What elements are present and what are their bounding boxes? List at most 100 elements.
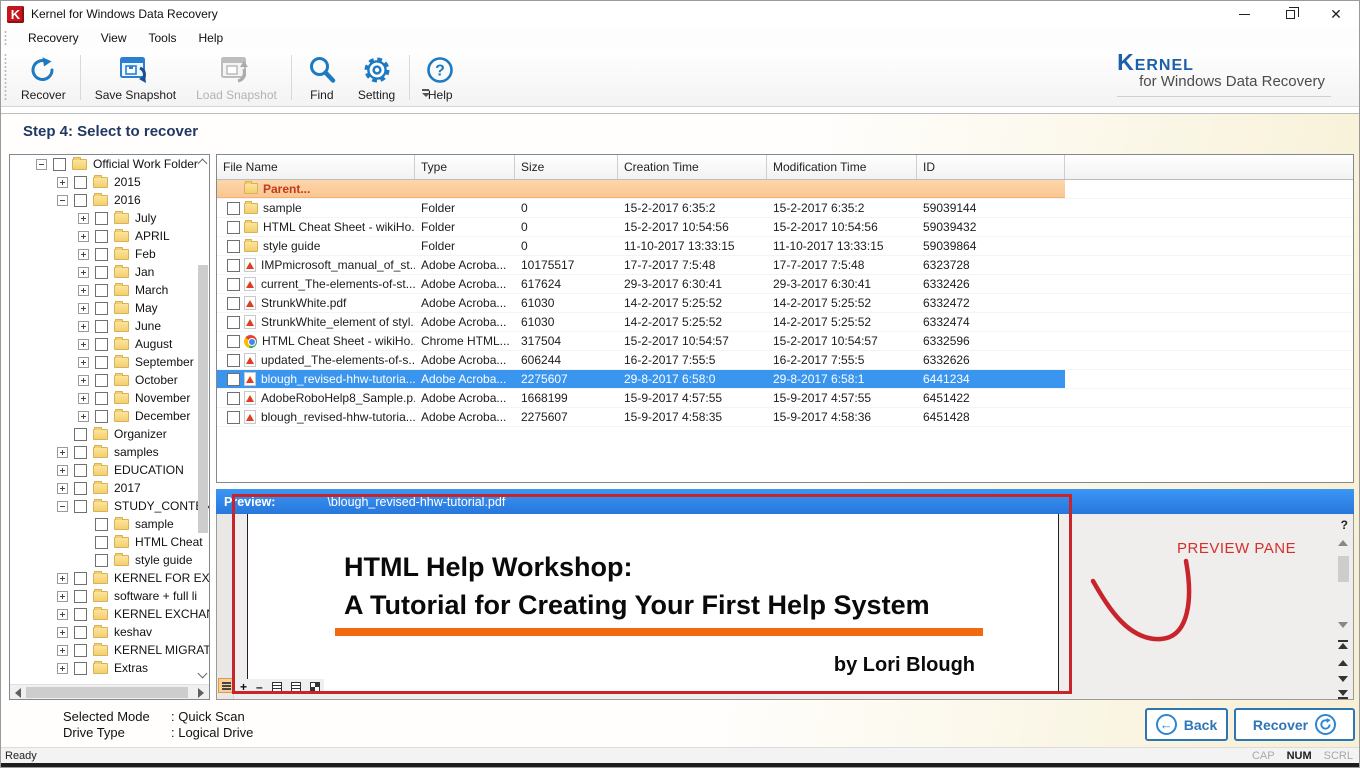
expand-icon[interactable] — [78, 339, 89, 350]
scroll-left-icon[interactable] — [15, 688, 21, 698]
tree-checkbox[interactable] — [74, 464, 87, 477]
tree-checkbox[interactable] — [95, 536, 108, 549]
expand-icon[interactable] — [78, 357, 89, 368]
expand-icon[interactable] — [78, 213, 89, 224]
tree-checkbox[interactable] — [95, 410, 108, 423]
tree-checkbox[interactable] — [95, 320, 108, 333]
recover-button[interactable]: Recover — [1234, 708, 1355, 741]
find-button[interactable]: Find — [296, 49, 348, 106]
expand-icon[interactable] — [57, 627, 68, 638]
tree-vscroll-thumb[interactable] — [198, 265, 208, 533]
expand-icon[interactable] — [57, 645, 68, 656]
collapse-icon[interactable] — [57, 501, 68, 512]
tree-hscroll-thumb[interactable] — [26, 687, 188, 698]
tree-checkbox[interactable] — [74, 446, 87, 459]
tree-checkbox[interactable] — [95, 248, 108, 261]
tree-item-april[interactable]: APRIL — [10, 227, 209, 245]
save-snapshot-button[interactable]: Save Snapshot — [85, 49, 186, 106]
table-row[interactable]: updated_The-elements-of-s...Adobe Acroba… — [217, 351, 1353, 370]
row-checkbox[interactable] — [227, 335, 240, 348]
tree-item-september[interactable]: September — [10, 353, 209, 371]
expand-icon[interactable] — [78, 231, 89, 242]
menu-item-help[interactable]: Help — [188, 28, 235, 48]
collapse-icon[interactable] — [36, 159, 47, 170]
row-checkbox[interactable] — [227, 278, 240, 291]
row-checkbox[interactable] — [227, 240, 240, 253]
row-checkbox[interactable] — [227, 373, 240, 386]
tree-item-kernel-exchan[interactable]: KERNEL EXCHAN — [10, 605, 209, 623]
expand-icon[interactable] — [57, 177, 68, 188]
tree-item-july[interactable]: July — [10, 209, 209, 227]
scroll-right-icon[interactable] — [198, 688, 204, 698]
preview-scroll-thumb[interactable] — [1338, 556, 1349, 582]
tree-item-software-full-li[interactable]: software + full li — [10, 587, 209, 605]
page-prev-icon[interactable] — [1338, 660, 1348, 666]
row-checkbox[interactable] — [227, 297, 240, 310]
tree-checkbox[interactable] — [74, 662, 87, 675]
setting-button[interactable]: Setting — [348, 49, 405, 106]
page-view-icon[interactable] — [272, 682, 282, 693]
tree-item-sample[interactable]: sample — [10, 515, 209, 533]
menu-item-view[interactable]: View — [90, 28, 138, 48]
expand-icon[interactable] — [78, 285, 89, 296]
scroll-up-icon[interactable] — [1338, 540, 1348, 546]
row-checkbox[interactable] — [227, 316, 240, 329]
tree-item-kernel-migrat[interactable]: KERNEL MIGRAT — [10, 641, 209, 659]
tree-hscrollbar[interactable] — [10, 684, 209, 699]
collapse-icon[interactable] — [57, 195, 68, 206]
tree-checkbox[interactable] — [74, 428, 87, 441]
scroll-down-icon[interactable] — [1338, 622, 1348, 628]
tree-item-extras[interactable]: Extras — [10, 659, 209, 677]
tree-item-2016[interactable]: 2016 — [10, 191, 209, 209]
row-checkbox[interactable] — [227, 221, 240, 234]
tree-item-kernel-for-exc[interactable]: KERNEL FOR EXC — [10, 569, 209, 587]
zoom-in-icon[interactable]: + — [240, 680, 247, 694]
table-row[interactable]: blough_revised-hhw-tutoria...Adobe Acrob… — [217, 408, 1353, 427]
menu-item-recovery[interactable]: Recovery — [17, 28, 90, 48]
tree-item-html-cheat[interactable]: HTML Cheat — [10, 533, 209, 551]
table-row[interactable]: current_The-elements-of-st...Adobe Acrob… — [217, 275, 1353, 294]
table-row[interactable]: HTML Cheat Sheet - wikiHo...Folder015-2-… — [217, 218, 1353, 237]
zoom-out-icon[interactable]: – — [256, 680, 263, 694]
tree-item-keshav[interactable]: keshav — [10, 623, 209, 641]
tree-checkbox[interactable] — [95, 518, 108, 531]
tree-item-october[interactable]: October — [10, 371, 209, 389]
tree-item-december[interactable]: December — [10, 407, 209, 425]
tree-item-official-work-folder[interactable]: Official Work Folder — [10, 155, 209, 173]
tree-checkbox[interactable] — [95, 392, 108, 405]
table-row-parent[interactable]: Parent... — [217, 180, 1353, 199]
expand-icon[interactable] — [57, 465, 68, 476]
column-header-creation-time[interactable]: Creation Time — [618, 155, 767, 179]
grid-view-icon[interactable] — [310, 682, 320, 692]
tree-checkbox[interactable] — [95, 374, 108, 387]
column-header-file-name[interactable]: File Name — [217, 155, 415, 179]
preview-help-icon[interactable]: ? — [1341, 518, 1348, 532]
column-header-id[interactable]: ID — [917, 155, 1065, 179]
tree-item-2015[interactable]: 2015 — [10, 173, 209, 191]
tree-item-samples[interactable]: samples — [10, 443, 209, 461]
tree-checkbox[interactable] — [74, 176, 87, 189]
tree-checkbox[interactable] — [95, 230, 108, 243]
table-row[interactable]: style guideFolder011-10-2017 13:33:1511-… — [217, 237, 1353, 256]
expand-icon[interactable] — [78, 267, 89, 278]
page-next-icon[interactable] — [1338, 676, 1348, 682]
tree-item-june[interactable]: June — [10, 317, 209, 335]
expand-icon[interactable] — [57, 591, 68, 602]
expand-icon[interactable] — [57, 609, 68, 620]
tree-checkbox[interactable] — [95, 356, 108, 369]
tree-checkbox[interactable] — [74, 194, 87, 207]
row-checkbox[interactable] — [227, 202, 240, 215]
page-first-bar-icon[interactable] — [1338, 640, 1348, 642]
expand-icon[interactable] — [57, 663, 68, 674]
tree-scroll-up[interactable] — [197, 159, 207, 169]
page-last-icon[interactable] — [1338, 690, 1348, 696]
table-row[interactable]: HTML Cheat Sheet - wikiHo...Chrome HTML.… — [217, 332, 1353, 351]
expand-icon[interactable] — [78, 393, 89, 404]
tree-item-may[interactable]: May — [10, 299, 209, 317]
row-checkbox[interactable] — [227, 392, 240, 405]
tree-scroll-down[interactable] — [197, 669, 207, 679]
tree-item-study-conten[interactable]: STUDY_CONTEN — [10, 497, 209, 515]
tree-item-november[interactable]: November — [10, 389, 209, 407]
tree-checkbox[interactable] — [95, 212, 108, 225]
table-row[interactable]: StrunkWhite.pdfAdobe Acroba...6103014-2-… — [217, 294, 1353, 313]
